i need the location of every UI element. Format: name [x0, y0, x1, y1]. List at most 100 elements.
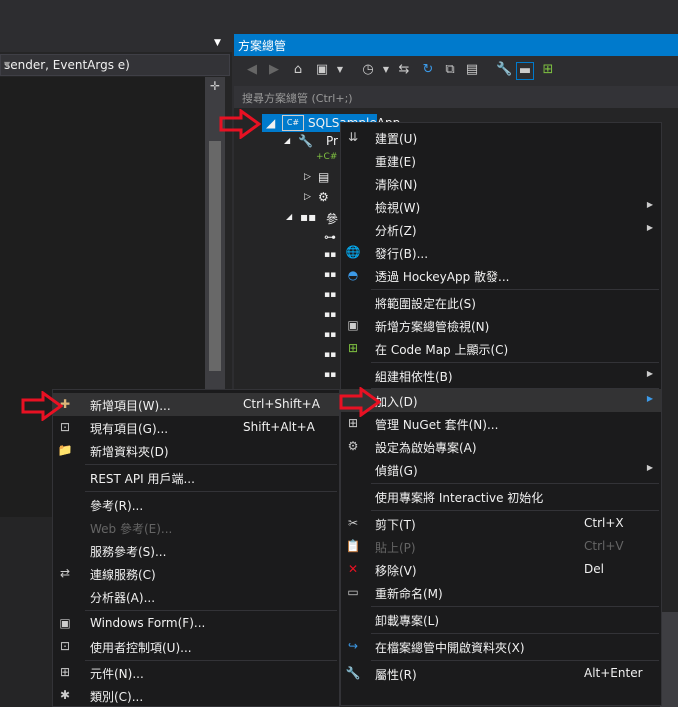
- menu-item-build[interactable]: ⇊ 建置(U): [341, 126, 661, 149]
- switch-views-icon[interactable]: ▣: [314, 62, 330, 78]
- submenu-item-web-reference: Web 參考(E)...: [90, 522, 173, 536]
- menu-item-set-startup[interactable]: ⚙ 設定為啟始專案(A): [341, 435, 661, 458]
- code-map-icon[interactable]: ⊞: [540, 62, 556, 78]
- menu-item-remove[interactable]: ✕ 移除(V) Del: [341, 558, 661, 581]
- separator: [371, 289, 659, 290]
- globe-icon: 🌐: [345, 245, 361, 259]
- class-icon: ✱: [59, 688, 71, 702]
- analyzer-icon: ⊶: [324, 230, 336, 244]
- tree-expander-icon[interactable]: ▷: [304, 172, 311, 182]
- submenu-item-analyzer[interactable]: 分析器(A)...: [53, 585, 339, 608]
- history-icon[interactable]: ◷: [360, 62, 376, 78]
- submenu-arrow-icon: ▶: [646, 223, 653, 232]
- reference-icon: ▪▪: [324, 330, 337, 340]
- menu-item-manage-nuget[interactable]: ⊞ 管理 NuGet 套件(N)...: [341, 412, 661, 435]
- menu-item-rebuild[interactable]: 重建(E): [341, 149, 661, 172]
- menu-item-show-code-map[interactable]: ⊞ 在 Code Map 上顯示(C): [341, 337, 661, 360]
- menu-item-init-interactive[interactable]: 使用專案將 Interactive 初始化: [341, 485, 661, 508]
- solution-explorer-toolbar: ◀ ▶ ⌂ ▣ ▼ ◷ ▼ ⇆ ↻ ⧉ ▤ 🔧 ▬ ⊞: [234, 56, 678, 84]
- menu-item-properties[interactable]: 🔧 屬性(R) Alt+Enter: [341, 662, 661, 685]
- menu-item-view[interactable]: 檢視(W) ▶: [341, 195, 661, 218]
- separator: [371, 606, 659, 607]
- annotation-arrow-icon: [219, 109, 261, 139]
- code-map-icon: ⊞: [347, 341, 359, 355]
- submenu-item-new-folder[interactable]: 📁 新增資料夾(D): [53, 439, 339, 462]
- submenu-item-existing-item[interactable]: ⊡ 現有項目(G)... Shift+Alt+A: [53, 416, 339, 439]
- solution-explorer-titlebar: 方案總管: [234, 34, 678, 56]
- reference-icon: ▪▪: [324, 290, 337, 300]
- properties-wrench-icon[interactable]: 🔧: [496, 62, 512, 78]
- submenu-item-component[interactable]: ⊞ 元件(N)...: [53, 661, 339, 684]
- separator: [371, 633, 659, 634]
- new-folder-icon: 📁: [57, 443, 73, 457]
- separator: [371, 483, 659, 484]
- new-view-icon: ▣: [347, 318, 359, 332]
- separator: [85, 464, 337, 465]
- menu-item-publish[interactable]: 🌐 發行(B)...: [341, 241, 661, 264]
- menu-item-paste: 📋 貼上(P) Ctrl+V: [345, 539, 624, 555]
- menu-item-rename[interactable]: ▭ 重新命名(M): [341, 581, 661, 604]
- forward-icon[interactable]: ▶: [266, 62, 282, 78]
- remove-x-icon: ✕: [347, 562, 359, 576]
- menu-item-new-se-view[interactable]: ▣ 新增方案總管檢視(N): [341, 314, 661, 337]
- split-icon[interactable]: ✛: [208, 79, 222, 93]
- menu-item-build-dependencies[interactable]: 組建相依性(B) ▶: [341, 364, 661, 387]
- separator: [371, 510, 659, 511]
- menu-item-clean[interactable]: 清除(N): [341, 172, 661, 195]
- chevron-down-icon[interactable]: ▼: [378, 62, 394, 78]
- file-icon: ▤: [318, 170, 330, 184]
- submenu-item-windows-form[interactable]: ▣ Windows Form(F)...: [53, 612, 339, 635]
- preview-icon[interactable]: ▬: [516, 62, 534, 80]
- menu-item-hockeyapp[interactable]: ◓ 透過 HockeyApp 散發...: [341, 264, 661, 287]
- submenu-arrow-icon: ▶: [646, 394, 653, 403]
- menu-item-open-in-explorer[interactable]: ↪ 在檔案總管中開啟資料夾(X): [341, 635, 661, 658]
- submenu-item-service-reference[interactable]: 服務參考(S)...: [53, 539, 339, 562]
- submenu-arrow-icon: ▶: [646, 369, 653, 378]
- project-context-menu: ⇊ 建置(U) 重建(E) 清除(N) 檢視(W) ▶ 分析(Z) ▶ 🌐 發行(B).…: [340, 122, 662, 706]
- refresh-icon[interactable]: ↻: [420, 62, 436, 78]
- submenu-item-connected-service[interactable]: ⇄ 連線服務(C): [53, 562, 339, 585]
- menu-item-cut[interactable]: ✂ 剪下(T) Ctrl+X: [341, 512, 661, 535]
- gear-icon: ⚙: [318, 190, 329, 204]
- separator: [85, 491, 337, 492]
- tree-expander-icon[interactable]: ◢: [284, 136, 290, 145]
- home-icon[interactable]: ⌂: [290, 62, 306, 78]
- submenu-item-class[interactable]: ✱ 類別(C)...: [53, 684, 339, 707]
- separator: [371, 362, 659, 363]
- submenu-item-reference[interactable]: 參考(R)...: [53, 493, 339, 516]
- tree-expander-icon[interactable]: ◢: [286, 212, 292, 221]
- chevron-down-icon[interactable]: ▼: [332, 62, 348, 78]
- existing-item-icon: ⊡: [59, 420, 71, 434]
- menu-item-debug[interactable]: 偵錯(G) ▶: [341, 458, 661, 481]
- solution-explorer-title: 方案總管: [238, 39, 287, 53]
- menu-item-add[interactable]: 加入(D) ▶: [341, 389, 661, 412]
- separator: [371, 660, 659, 661]
- menu-item-scope-to-this[interactable]: 將範圍設定在此(S): [341, 291, 661, 314]
- tree-expander-icon[interactable]: ▷: [304, 192, 311, 202]
- build-icon: ⇊: [347, 130, 359, 144]
- submenu-item-new-item[interactable]: ✚ 新增項目(W)... Ctrl+Shift+A: [53, 393, 339, 416]
- wrench-icon: 🔧: [298, 134, 313, 148]
- csharp-file-icon: +C#: [316, 152, 338, 162]
- annotation-arrow-icon: [339, 387, 381, 417]
- solution-explorer-search[interactable]: 搜尋方案總管 (Ctrl+;): [234, 86, 678, 108]
- lower-panel: [0, 520, 60, 707]
- tree-expander-icon[interactable]: ◢: [266, 116, 275, 130]
- sync-icon[interactable]: ⇆: [396, 62, 412, 78]
- submenu-item-user-control[interactable]: ⊡ 使用者控制項(U)...: [53, 635, 339, 658]
- reference-icon: ▪▪: [324, 310, 337, 320]
- member-dropdown[interactable]: sender, EventArgs e) ▼: [0, 54, 230, 76]
- tree-scrollbar[interactable]: [660, 612, 678, 707]
- scrollbar-thumb[interactable]: [209, 141, 221, 371]
- window-menu-icon[interactable]: ▼: [214, 38, 228, 50]
- rename-icon: ▭: [347, 585, 359, 599]
- back-icon[interactable]: ◀: [244, 62, 260, 78]
- show-all-files-icon[interactable]: ▤: [464, 62, 480, 78]
- submenu-arrow-icon: ▶: [646, 200, 653, 209]
- menu-item-analyze[interactable]: 分析(Z) ▶: [341, 218, 661, 241]
- submenu-item-rest-api-client[interactable]: REST API 用戶端...: [53, 466, 339, 489]
- collapse-all-icon[interactable]: ⧉: [442, 62, 458, 78]
- tree-item-properties[interactable]: Pr: [326, 134, 338, 148]
- menu-item-unload-project[interactable]: 卸載專案(L): [341, 608, 661, 631]
- tree-item-references[interactable]: 參: [326, 210, 338, 227]
